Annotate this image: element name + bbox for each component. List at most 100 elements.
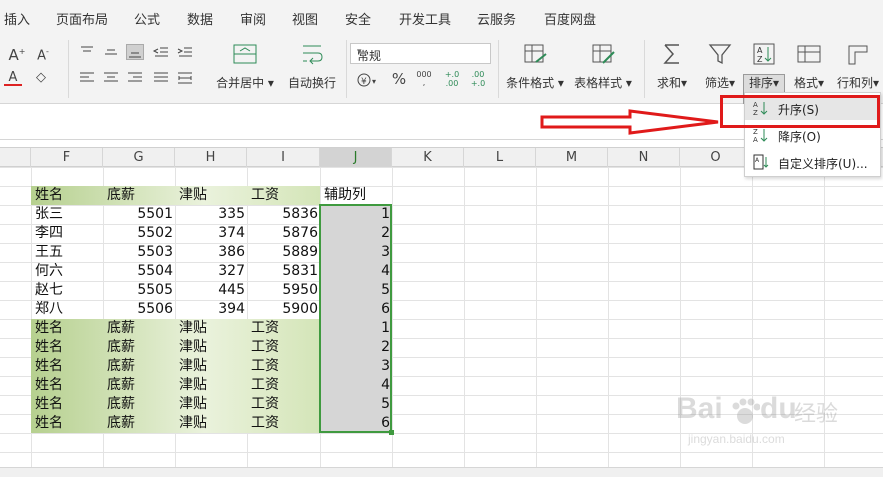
table-cell[interactable]: 5504 — [103, 262, 175, 281]
table-cell[interactable]: 赵七 — [31, 281, 103, 300]
percent-icon[interactable]: % — [390, 71, 408, 87]
table-cell[interactable]: 工资 — [247, 376, 320, 395]
table-cell[interactable]: 津贴 — [175, 395, 247, 414]
menu-data[interactable]: 数据 — [187, 9, 213, 28]
table-cell[interactable]: 5950 — [247, 281, 320, 300]
table-cell[interactable]: 姓名 — [31, 357, 103, 376]
sum-button[interactable]: 求和▾ — [652, 34, 692, 104]
header-name-cell[interactable]: 姓名 — [31, 186, 103, 205]
increase-decimal-icon[interactable]: +.0 .00 — [442, 70, 462, 88]
merge-center-button[interactable]: 合并居中 ▾ — [212, 34, 278, 104]
table-cell[interactable]: 底薪 — [103, 376, 175, 395]
table-cell[interactable]: 394 — [175, 300, 247, 319]
wrap-text-button[interactable]: 自动换行 — [281, 34, 343, 104]
table-cell[interactable]: 何六 — [31, 262, 103, 281]
menu-view[interactable]: 视图 — [292, 9, 318, 28]
fill-handle[interactable] — [389, 430, 394, 435]
table-cell[interactable]: 底薪 — [103, 395, 175, 414]
table-cell[interactable]: 姓名 — [31, 338, 103, 357]
table-cell[interactable]: 津贴 — [175, 319, 247, 338]
menu-formulas[interactable]: 公式 — [134, 9, 160, 28]
table-cell[interactable]: 5831 — [247, 262, 320, 281]
horizontal-scrollbar[interactable] — [0, 467, 883, 477]
header-base-cell[interactable]: 底薪 — [103, 186, 175, 205]
column-header-m[interactable]: M — [536, 148, 608, 167]
table-cell[interactable]: 335 — [175, 205, 247, 224]
table-cell[interactable]: 327 — [175, 262, 247, 281]
custom-sort-item[interactable]: A 自定义排序(U)... — [745, 150, 880, 174]
column-header-o[interactable]: O — [680, 148, 752, 167]
column-header-g[interactable]: G — [103, 148, 175, 167]
column-header-partial[interactable] — [0, 148, 31, 167]
conditional-format-button[interactable]: 条件格式 ▾ — [503, 34, 567, 104]
decrease-decimal-icon[interactable]: .00 +.0 — [468, 70, 488, 88]
menu-page-layout[interactable]: 页面布局 — [56, 9, 108, 28]
table-cell[interactable]: 5501 — [103, 205, 175, 224]
column-header-k[interactable]: K — [392, 148, 464, 167]
menu-review[interactable]: 审阅 — [240, 9, 266, 28]
menu-developer[interactable]: 开发工具 — [399, 9, 451, 28]
indent-icon[interactable] — [176, 44, 194, 60]
font-color-icon[interactable]: A — [4, 70, 22, 86]
table-cell[interactable]: 工资 — [247, 357, 320, 376]
table-cell[interactable]: 津贴 — [175, 414, 247, 433]
table-cell[interactable]: 姓名 — [31, 414, 103, 433]
table-cell[interactable]: 底薪 — [103, 414, 175, 433]
table-cell[interactable]: 445 — [175, 281, 247, 300]
eraser-icon[interactable]: ◇ — [32, 70, 50, 86]
table-cell[interactable]: 5889 — [247, 243, 320, 262]
table-cell[interactable]: 工资 — [247, 414, 320, 433]
table-cell[interactable]: 姓名 — [31, 395, 103, 414]
outdent-icon[interactable] — [152, 44, 170, 60]
table-cell[interactable]: 5503 — [103, 243, 175, 262]
filter-button[interactable]: 筛选▾ — [699, 34, 741, 104]
table-cell[interactable]: 5506 — [103, 300, 175, 319]
table-cell[interactable]: 374 — [175, 224, 247, 243]
table-cell[interactable]: 姓名 — [31, 376, 103, 395]
table-cell[interactable]: 底薪 — [103, 338, 175, 357]
table-cell[interactable]: 张三 — [31, 205, 103, 224]
font-shrink-icon[interactable]: A- — [34, 44, 52, 63]
align-center-icon[interactable] — [102, 70, 120, 86]
table-cell[interactable]: 5900 — [247, 300, 320, 319]
table-cell[interactable]: 工资 — [247, 338, 320, 357]
table-cell[interactable]: 5502 — [103, 224, 175, 243]
thousands-icon[interactable]: 000, — [414, 71, 434, 87]
table-cell[interactable]: 5505 — [103, 281, 175, 300]
table-cell[interactable]: 津贴 — [175, 357, 247, 376]
table-cell[interactable]: 李四 — [31, 224, 103, 243]
column-header-h[interactable]: H — [175, 148, 247, 167]
align-middle-icon[interactable] — [102, 44, 120, 60]
menu-cloud[interactable]: 云服务 — [477, 9, 516, 28]
column-header-l[interactable]: L — [464, 148, 536, 167]
menu-insert[interactable]: 插入 — [4, 9, 30, 28]
table-cell[interactable]: 津贴 — [175, 376, 247, 395]
column-header-f[interactable]: F — [31, 148, 103, 167]
column-header-i[interactable]: I — [247, 148, 320, 167]
table-cell[interactable]: 工资 — [247, 319, 320, 338]
align-top-icon[interactable] — [78, 44, 96, 60]
align-bottom-icon[interactable] — [126, 44, 144, 60]
header-allowance-cell[interactable]: 津贴 — [175, 186, 247, 205]
table-cell[interactable]: 底薪 — [103, 357, 175, 376]
table-cell[interactable]: 姓名 — [31, 319, 103, 338]
table-cell[interactable]: 底薪 — [103, 319, 175, 338]
table-style-button[interactable]: 表格样式 ▾ — [570, 34, 636, 104]
justify-icon[interactable] — [152, 70, 170, 86]
table-cell[interactable]: 5836 — [247, 205, 320, 224]
align-left-icon[interactable] — [78, 70, 96, 86]
table-cell[interactable]: 386 — [175, 243, 247, 262]
header-salary-cell[interactable]: 工资 — [247, 186, 320, 205]
table-cell[interactable]: 王五 — [31, 243, 103, 262]
table-cell[interactable]: 工资 — [247, 395, 320, 414]
header-aux-cell[interactable]: 辅助列 — [320, 186, 392, 205]
table-cell[interactable]: 郑八 — [31, 300, 103, 319]
column-header-n[interactable]: N — [608, 148, 680, 167]
table-cell[interactable]: 津贴 — [175, 338, 247, 357]
menu-security[interactable]: 安全 — [345, 9, 371, 28]
column-header-j[interactable]: J — [320, 148, 392, 167]
align-right-icon[interactable] — [126, 70, 144, 86]
table-cell[interactable]: 5876 — [247, 224, 320, 243]
distributed-icon[interactable] — [176, 70, 194, 86]
font-grow-icon[interactable]: A+ — [8, 44, 26, 63]
